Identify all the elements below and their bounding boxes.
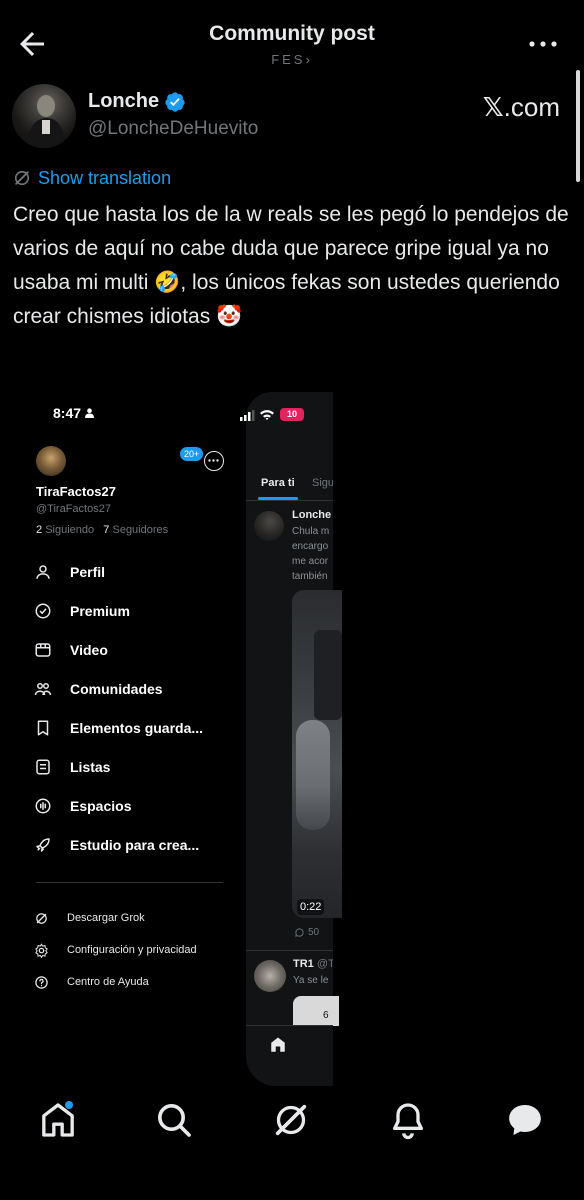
feed-post-avatar xyxy=(254,511,284,541)
drawer-item-perfil: Perfil xyxy=(34,559,105,585)
feed-post-text: Chula m encargo me acor también xyxy=(292,524,333,584)
feed-post-author-name: TR1 xyxy=(293,958,314,970)
show-translation-link[interactable]: Show translation xyxy=(12,166,171,190)
author-avatar[interactable] xyxy=(12,84,76,148)
page-title: Community post xyxy=(209,22,375,45)
drawer-item-label: Estudio para crea... xyxy=(70,837,200,853)
drawer-divider xyxy=(36,882,223,883)
drawer-item-label: Descargar Grok xyxy=(67,912,145,924)
drawer-stats: 2 Siguiendo 7 Seguidores xyxy=(36,524,168,536)
post-body: Creo que hasta los de la w reals se les … xyxy=(13,203,569,328)
feed-post-video xyxy=(292,590,342,918)
drawer-item-label: Configuración y privacidad xyxy=(67,944,197,956)
drawer-item-label: Perfil xyxy=(70,564,106,580)
accounts-badge: 20+ xyxy=(180,447,204,461)
community-link[interactable]: FES› xyxy=(0,52,584,67)
bookmark-icon xyxy=(37,720,49,736)
tab-para-ti: Para ti xyxy=(261,477,295,489)
x-domain: .com xyxy=(503,92,560,122)
grok-icon[interactable] xyxy=(271,1100,311,1140)
video-shadow xyxy=(314,630,342,720)
gear-icon xyxy=(35,942,48,958)
drawer-item-estudio: Estudio para crea... xyxy=(34,832,199,858)
author-handle[interactable]: @LoncheDeHuevito xyxy=(88,118,258,140)
drawer-more-icon xyxy=(204,451,224,471)
reply-count-value: 50 xyxy=(308,927,320,938)
drawer-item-premium: Premium xyxy=(34,598,130,624)
author-name[interactable]: Lonche xyxy=(88,90,159,113)
following-count: 2 xyxy=(36,524,43,536)
tab-siguiendo: Sigu xyxy=(312,477,333,489)
person-icon xyxy=(36,565,50,579)
drawer-item-help: Centro de Ayuda xyxy=(34,972,149,992)
video-subject xyxy=(296,720,330,830)
battery-indicator: 10 xyxy=(280,408,304,421)
drawer-item-label: Comunidades xyxy=(70,681,163,697)
feed-post-text: Ya se le xyxy=(293,975,329,986)
embedded-home-icon xyxy=(271,1037,285,1052)
video-icon xyxy=(35,643,51,657)
signal-wifi-icon xyxy=(240,410,274,421)
drawer-item-grok: Descargar Grok xyxy=(34,908,145,928)
drawer-item-espacios: Espacios xyxy=(34,793,131,819)
feed-post-line: me acor xyxy=(292,556,329,567)
embedded-time-text: 8:47 xyxy=(53,405,82,421)
feed-divider xyxy=(246,950,333,951)
search-icon[interactable] xyxy=(154,1100,194,1140)
premium-icon xyxy=(35,603,51,619)
grok-icon xyxy=(36,912,47,924)
drawer-handle: @TiraFactos27 xyxy=(36,503,111,515)
followers-count: 7 xyxy=(103,524,110,536)
x-watermark: 𝕏.com xyxy=(483,92,560,123)
messages-icon[interactable] xyxy=(505,1100,545,1140)
show-translation-label: Show translation xyxy=(38,167,172,188)
lists-icon xyxy=(36,759,50,775)
x-logo: 𝕏 xyxy=(482,92,504,122)
drawer-item-settings: Configuración y privacidad xyxy=(34,940,197,960)
translate-grok-icon xyxy=(14,170,30,186)
drawer-avatar xyxy=(36,446,66,476)
drawer-item-label: Premium xyxy=(70,603,130,619)
spaces-icon xyxy=(35,798,51,814)
more-options-icon[interactable] xyxy=(528,36,558,52)
scrollbar[interactable] xyxy=(576,70,580,182)
reply-icon xyxy=(295,928,304,937)
feed-post-card: 6 xyxy=(293,996,339,1026)
reply-count: 50 xyxy=(294,927,319,938)
feed-post-line: Chula m xyxy=(292,526,330,537)
person-status-icon xyxy=(84,408,94,418)
feed-post-line: encargo xyxy=(292,541,329,552)
help-icon xyxy=(35,975,48,989)
avatar-photo xyxy=(26,95,66,148)
drawer-name: TiraFactos27 xyxy=(36,484,116,499)
embedded-tabbar-divider xyxy=(246,1025,333,1026)
communities-icon xyxy=(34,683,52,696)
embedded-status-time: 8:47 xyxy=(53,405,94,421)
notifications-icon[interactable] xyxy=(388,1100,428,1140)
rocket-icon xyxy=(36,838,50,852)
drawer-item-label: Elementos guarda... xyxy=(70,720,204,736)
drawer-item-label: Listas xyxy=(70,759,111,775)
drawer-item-label: Video xyxy=(70,642,108,658)
feed-post-avatar xyxy=(254,960,286,992)
drawer-item-video: Video xyxy=(34,637,108,663)
top-app-bar: Community post FES› xyxy=(0,0,584,76)
feed-post-author-handle: @T xyxy=(316,958,333,970)
drawer-item-label: Espacios xyxy=(70,798,132,814)
drawer-item-comunidades: Comunidades xyxy=(34,676,163,702)
drawer-item-bookmarks: Elementos guarda... xyxy=(34,715,203,741)
following-label: Siguiendo xyxy=(45,524,95,536)
feed-post-line: también xyxy=(292,571,328,582)
followers-label: Seguidores xyxy=(112,524,169,536)
drawer-item-listas: Listas xyxy=(34,754,110,780)
drawer-item-label: Centro de Ayuda xyxy=(67,976,149,988)
feed-post-author: TR1 @T xyxy=(293,958,333,970)
feed-divider xyxy=(246,500,333,501)
verified-badge-icon xyxy=(165,92,185,112)
video-duration: 0:22 xyxy=(297,899,325,915)
feed-post-author: Lonche xyxy=(292,509,332,521)
home-notification-dot xyxy=(65,1101,73,1109)
